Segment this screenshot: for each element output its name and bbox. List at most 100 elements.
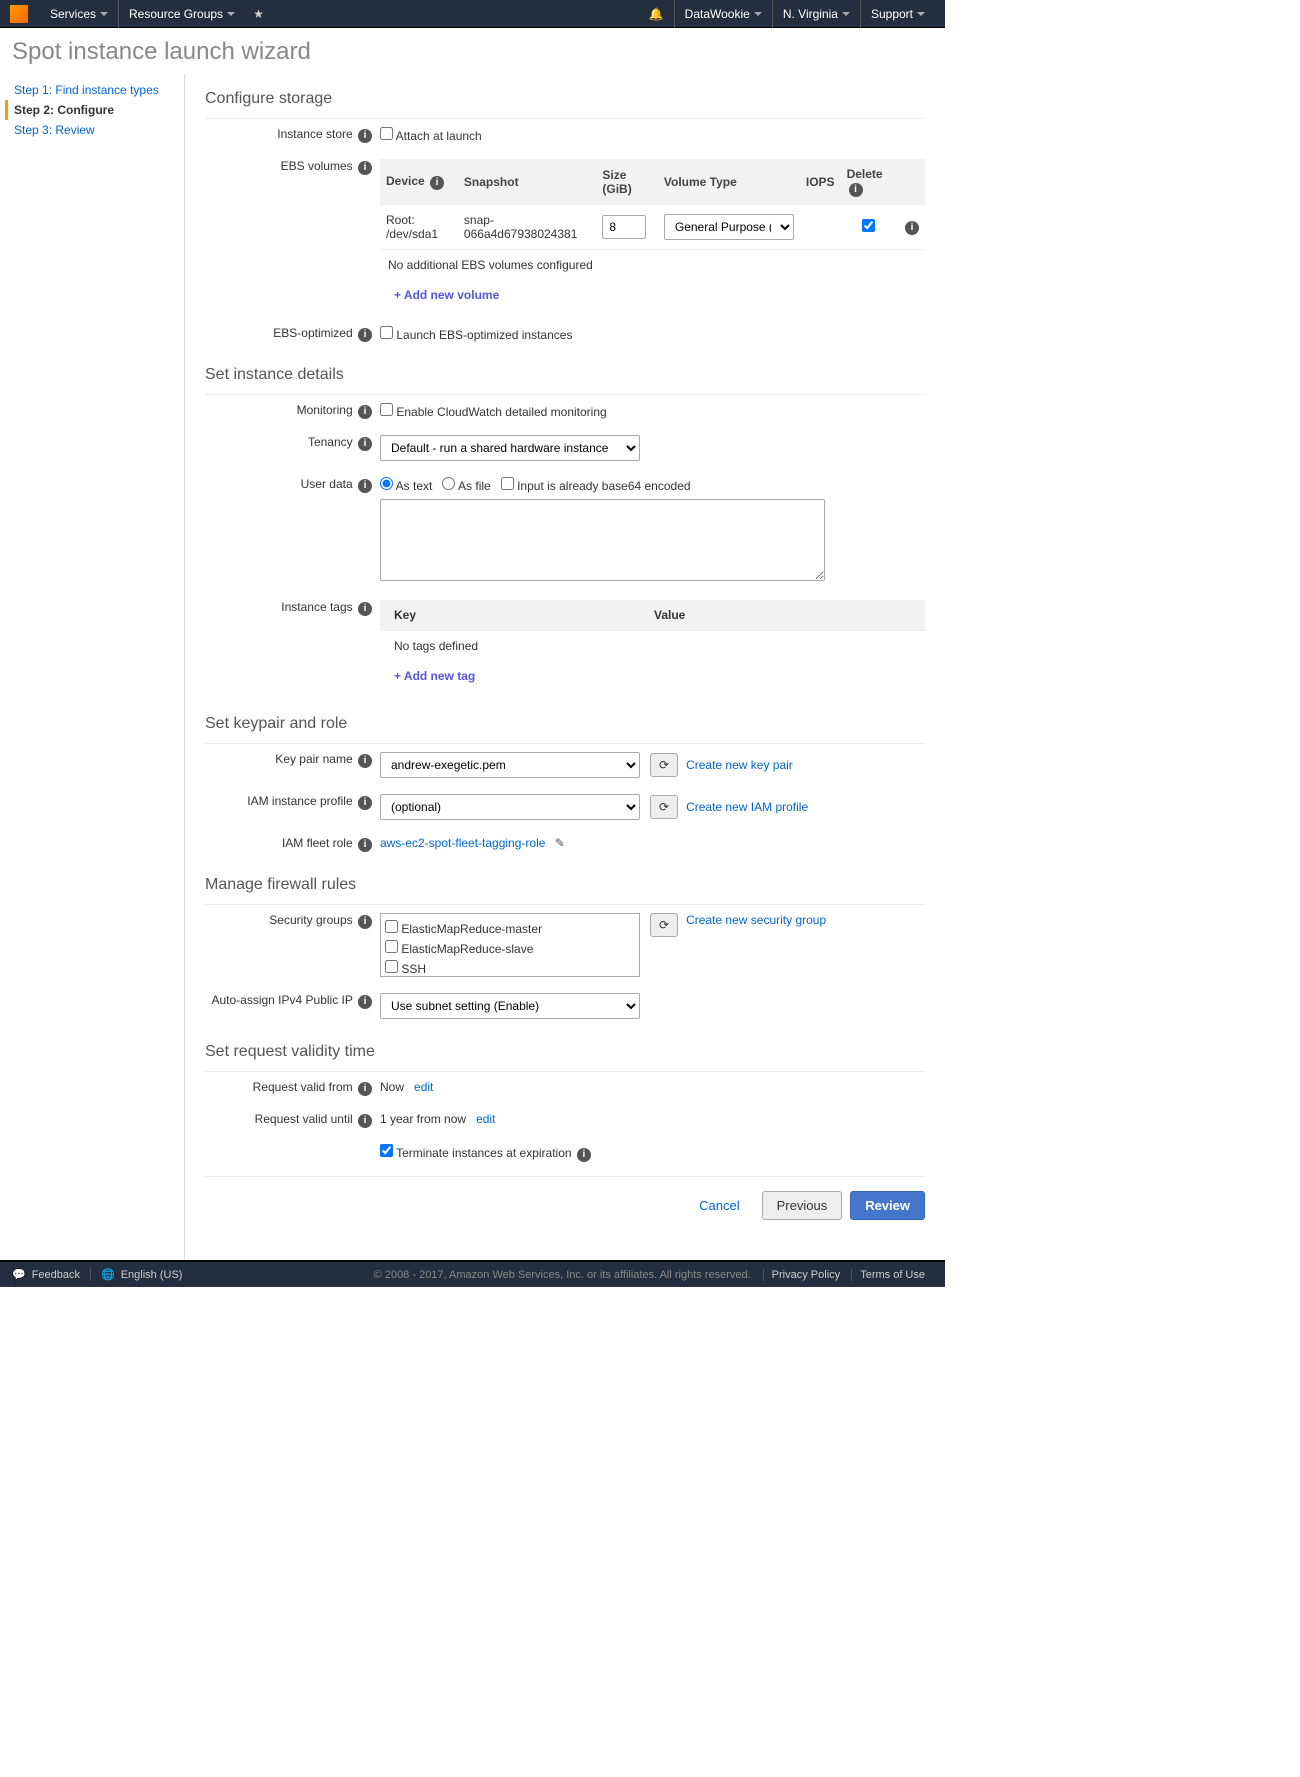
privacy-policy-link[interactable]: Privacy Policy: [763, 1269, 848, 1281]
enable-cloudwatch-checkbox[interactable]: Enable CloudWatch detailed monitoring: [380, 405, 607, 419]
info-icon[interactable]: i: [358, 161, 372, 175]
edit-valid-from-link[interactable]: edit: [414, 1080, 433, 1094]
auto-assign-ip-select[interactable]: Use subnet setting (Enable): [380, 993, 640, 1019]
previous-button[interactable]: Previous: [762, 1191, 843, 1220]
valid-until-value: 1 year from now: [380, 1112, 466, 1126]
refresh-iam-icon[interactable]: ⟳: [650, 795, 678, 819]
section-firewall: Manage firewall rules: [205, 870, 925, 905]
section-validity: Set request validity time: [205, 1037, 925, 1072]
info-icon[interactable]: i: [358, 129, 372, 143]
delete-on-term-checkbox[interactable]: [862, 219, 875, 232]
security-groups-list[interactable]: ElasticMapReduce-master ElasticMapReduce…: [380, 913, 640, 977]
cancel-button[interactable]: Cancel: [685, 1191, 753, 1220]
info-icon[interactable]: i: [358, 995, 372, 1009]
create-keypair-link[interactable]: Create new key pair: [686, 758, 793, 772]
edit-valid-until-link[interactable]: edit: [476, 1112, 495, 1126]
ebs-row-root: Root: /dev/sda1 snap-066a4d67938024381 G…: [380, 205, 925, 249]
th-voltype: Volume Type: [658, 159, 800, 205]
chat-icon: 💬: [12, 1268, 26, 1281]
aws-logo-icon[interactable]: [10, 5, 28, 23]
ebs-volumes-table: Device i Snapshot Size (GiB) Volume Type…: [380, 159, 925, 249]
pin-star-icon[interactable]: ★: [253, 7, 264, 21]
volume-type-select[interactable]: General Purpose (SSD): [664, 214, 794, 240]
tenancy-select[interactable]: Default - run a shared hardware instance: [380, 435, 640, 461]
instance-tags-label: Instance tags i: [205, 600, 380, 691]
no-tags-message: No tags defined: [380, 630, 925, 661]
sg-item[interactable]: ElasticMapReduce-slave: [385, 938, 635, 958]
security-groups-label: Security groups i: [205, 913, 380, 977]
sg-item[interactable]: SSH: [385, 958, 635, 977]
info-icon[interactable]: i: [358, 1114, 372, 1128]
ebs-optimized-label: EBS-optimized i: [205, 326, 380, 342]
topbar: Services Resource Groups ★ 🔔 DataWookie …: [0, 0, 945, 28]
attach-at-launch-checkbox[interactable]: Attach at launch: [380, 129, 482, 143]
review-button[interactable]: Review: [850, 1191, 925, 1220]
account-menu[interactable]: DataWookie: [674, 0, 772, 28]
region-menu[interactable]: N. Virginia: [772, 0, 860, 28]
ebs-volumes-label: EBS volumes i: [205, 159, 380, 310]
sg-item[interactable]: ElasticMapReduce-master: [385, 918, 635, 938]
services-menu[interactable]: Services: [40, 0, 118, 28]
terminate-at-expiration-checkbox[interactable]: Terminate instances at expiration: [380, 1146, 572, 1160]
userdata-as-file-radio[interactable]: As file: [442, 479, 490, 493]
info-icon[interactable]: i: [358, 915, 372, 929]
info-icon[interactable]: i: [358, 754, 372, 768]
info-icon[interactable]: i: [358, 405, 372, 419]
add-volume-link[interactable]: + Add new volume: [394, 288, 499, 302]
info-icon[interactable]: i: [430, 176, 444, 190]
resource-groups-menu[interactable]: Resource Groups: [118, 0, 245, 28]
userdata-as-text-radio[interactable]: As text: [380, 479, 432, 493]
feedback-link[interactable]: 💬Feedback: [12, 1268, 91, 1281]
support-menu[interactable]: Support: [860, 0, 935, 28]
main-panel: Configure storage Instance store i Attac…: [185, 74, 945, 1260]
language-selector[interactable]: 🌐English (US): [91, 1268, 192, 1281]
device-cell: Root: /dev/sda1: [380, 205, 458, 249]
step-3-link[interactable]: Step 3: Review: [14, 120, 184, 140]
user-data-label: User data i: [205, 477, 380, 584]
info-icon[interactable]: i: [577, 1148, 591, 1162]
info-icon[interactable]: i: [358, 1082, 372, 1096]
th-device: Device i: [380, 159, 458, 205]
keypair-select[interactable]: andrew-exegetic.pem: [380, 752, 640, 778]
step-2-link[interactable]: Step 2: Configure: [5, 100, 184, 120]
snapshot-cell: snap-066a4d67938024381: [458, 205, 596, 249]
edit-fleet-role-icon[interactable]: ✎: [555, 836, 565, 850]
section-configure-storage: Configure storage: [205, 84, 925, 119]
create-iam-link[interactable]: Create new IAM profile: [686, 800, 808, 814]
user-data-textarea[interactable]: [380, 499, 825, 581]
keypair-name-label: Key pair name i: [205, 752, 380, 778]
th-delete: Delete i: [841, 159, 897, 205]
step-1-link[interactable]: Step 1: Find instance types: [14, 80, 184, 100]
info-icon[interactable]: i: [358, 796, 372, 810]
wizard-steps-sidebar: Step 1: Find instance types Step 2: Conf…: [0, 74, 185, 1260]
th-size: Size (GiB): [596, 159, 657, 205]
globe-icon: 🌐: [101, 1268, 115, 1281]
refresh-keypair-icon[interactable]: ⟳: [650, 753, 678, 777]
copyright-text: © 2008 - 2017, Amazon Web Services, Inc.…: [374, 1269, 751, 1281]
notifications-icon[interactable]: 🔔: [639, 0, 674, 28]
info-icon[interactable]: i: [849, 183, 863, 197]
userdata-base64-checkbox[interactable]: Input is already base64 encoded: [501, 479, 691, 493]
valid-from-label: Request valid from i: [205, 1080, 380, 1096]
refresh-sg-icon[interactable]: ⟳: [650, 913, 678, 937]
info-icon[interactable]: i: [358, 838, 372, 852]
no-additional-volumes: No additional EBS volumes configured: [380, 249, 925, 280]
blank-area: [0, 1287, 945, 1777]
page-title: Spot instance launch wizard: [0, 28, 945, 74]
iam-profile-select[interactable]: (optional): [380, 794, 640, 820]
info-icon[interactable]: i: [358, 602, 372, 616]
section-instance-details: Set instance details: [205, 360, 925, 395]
add-tag-link[interactable]: + Add new tag: [394, 669, 475, 683]
create-sg-link[interactable]: Create new security group: [686, 913, 826, 927]
info-icon[interactable]: i: [358, 437, 372, 451]
fleet-role-value[interactable]: aws-ec2-spot-fleet-tagging-role: [380, 836, 545, 850]
info-icon[interactable]: i: [358, 328, 372, 342]
th-snapshot: Snapshot: [458, 159, 596, 205]
launch-ebs-opt-checkbox[interactable]: Launch EBS-optimized instances: [380, 328, 572, 342]
info-icon[interactable]: i: [358, 479, 372, 493]
footer-bar: 💬Feedback 🌐English (US) © 2008 - 2017, A…: [0, 1260, 945, 1287]
iam-profile-label: IAM instance profile i: [205, 794, 380, 820]
info-icon[interactable]: i: [905, 221, 919, 235]
size-input[interactable]: [602, 215, 646, 239]
terms-of-use-link[interactable]: Terms of Use: [851, 1269, 933, 1281]
